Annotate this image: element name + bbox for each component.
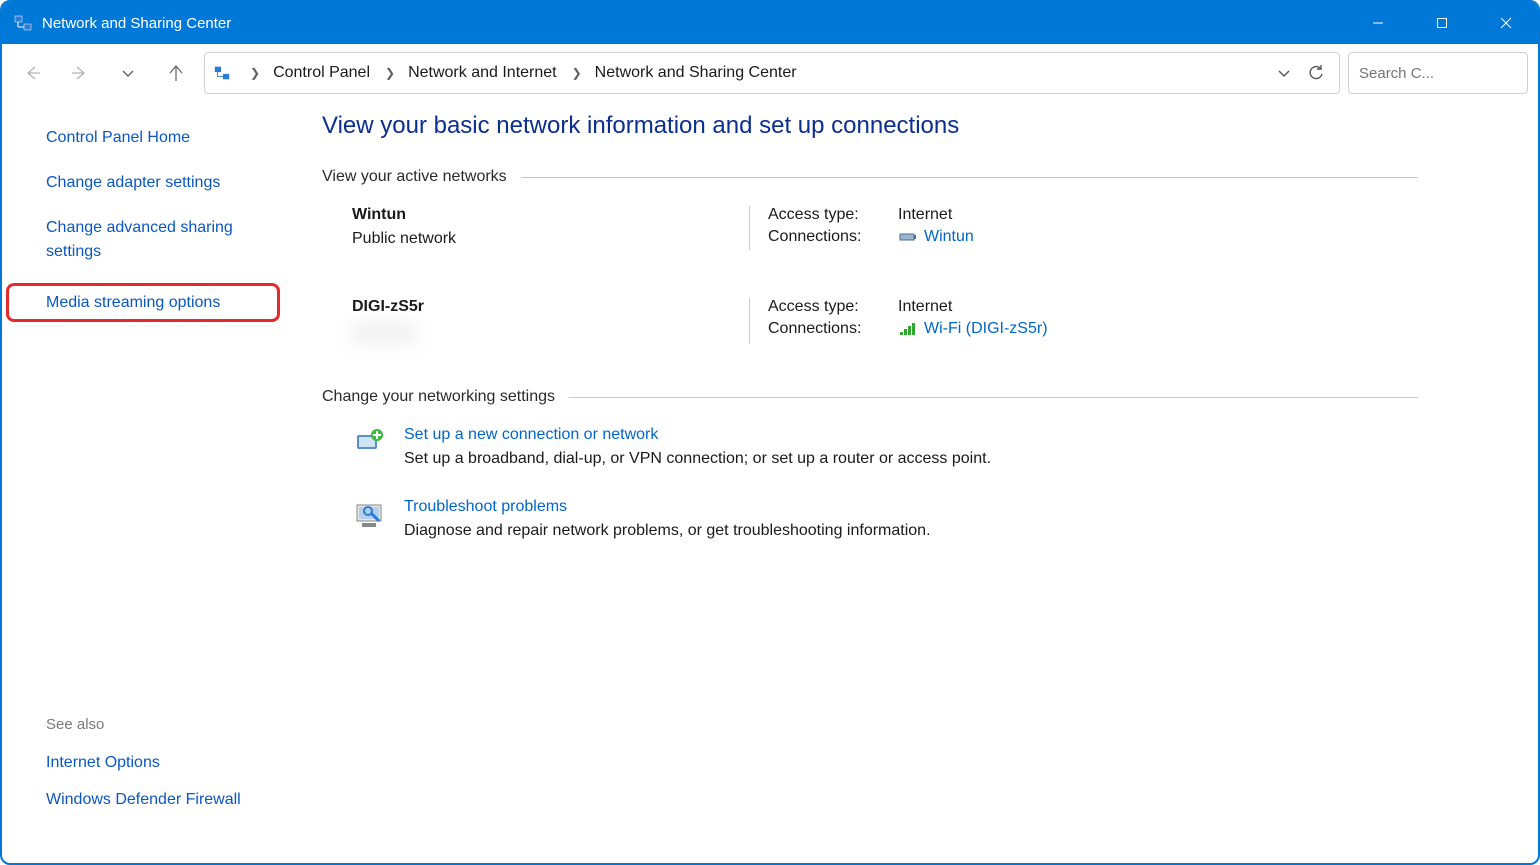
- body: Control Panel Home Change adapter settin…: [2, 102, 1538, 863]
- sidebar-link-adapter[interactable]: Change adapter settings: [46, 171, 272, 194]
- settings-description: Set up a broadband, dial-up, or VPN conn…: [404, 450, 991, 468]
- breadcrumb-item[interactable]: Control Panel: [267, 60, 376, 86]
- network-right: Access type: Internet Connections: Wi-Fi…: [768, 298, 1418, 344]
- connection-link[interactable]: Wintun: [924, 228, 974, 246]
- adapter-icon: [898, 230, 918, 244]
- network-row: DIGI-zS5r Access type: Internet Connecti…: [352, 298, 1418, 344]
- section-rule: [521, 177, 1418, 178]
- vertical-divider: [749, 298, 750, 344]
- section-label: Change your networking settings: [322, 388, 555, 406]
- refresh-button[interactable]: [1301, 64, 1331, 82]
- settings-link-troubleshoot[interactable]: Troubleshoot problems: [404, 498, 931, 516]
- access-type-label: Access type:: [768, 206, 898, 224]
- settings-description: Diagnose and repair network problems, or…: [404, 522, 931, 540]
- sidebar-link-media-streaming[interactable]: Media streaming options: [20, 285, 272, 320]
- network-profile-blurred: [352, 322, 749, 344]
- see-also-label: See also: [46, 716, 272, 733]
- sidebar: Control Panel Home Change adapter settin…: [2, 102, 292, 863]
- access-type-value: Internet: [898, 298, 952, 316]
- chevron-right-icon[interactable]: ❯: [243, 66, 265, 80]
- vertical-divider: [749, 206, 750, 250]
- new-connection-icon: [352, 426, 388, 462]
- minimize-button[interactable]: [1346, 2, 1410, 44]
- content: View your basic network information and …: [292, 102, 1538, 863]
- titlebar: Network and Sharing Center: [2, 2, 1538, 44]
- address-dropdown-button[interactable]: [1269, 66, 1299, 80]
- sidebar-link-advanced-sharing[interactable]: Change advanced sharing settings: [46, 216, 272, 262]
- network-profile: Public network: [352, 230, 749, 248]
- breadcrumb-item[interactable]: Network and Internet: [402, 60, 563, 86]
- address-icon: [213, 64, 231, 82]
- wifi-signal-icon: [898, 322, 918, 336]
- connection-link[interactable]: Wi-Fi (DIGI-zS5r): [924, 320, 1048, 338]
- connections-label: Connections:: [768, 320, 898, 338]
- back-button[interactable]: [12, 53, 52, 93]
- active-networks-section-header: View your active networks: [322, 168, 1418, 186]
- page-heading: View your basic network information and …: [322, 112, 1418, 140]
- section-rule: [569, 397, 1418, 398]
- up-button[interactable]: [156, 53, 196, 93]
- access-type-label: Access type:: [768, 298, 898, 316]
- access-type-value: Internet: [898, 206, 952, 224]
- network-left: Wintun Public network: [352, 206, 749, 250]
- address-bar[interactable]: ❯ Control Panel ❯ Network and Internet ❯…: [204, 52, 1340, 94]
- see-also-defender-firewall[interactable]: Windows Defender Firewall: [46, 788, 272, 811]
- sidebar-link-label: Media streaming options: [46, 294, 220, 311]
- section-label: View your active networks: [322, 168, 507, 186]
- breadcrumb-item[interactable]: Network and Sharing Center: [589, 60, 803, 86]
- network-name: DIGI-zS5r: [352, 298, 749, 316]
- search-input[interactable]: [1359, 65, 1540, 82]
- close-button[interactable]: [1474, 2, 1538, 44]
- forward-button[interactable]: [60, 53, 100, 93]
- network-name: Wintun: [352, 206, 749, 224]
- chevron-right-icon[interactable]: ❯: [565, 66, 587, 80]
- network-row: Wintun Public network Access type: Inter…: [352, 206, 1418, 250]
- troubleshoot-icon: [352, 498, 388, 534]
- see-also-internet-options[interactable]: Internet Options: [46, 751, 272, 774]
- settings-item: Set up a new connection or network Set u…: [352, 426, 1418, 468]
- connections-label: Connections:: [768, 228, 898, 246]
- sidebar-link-home[interactable]: Control Panel Home: [46, 126, 272, 149]
- recent-locations-button[interactable]: [108, 53, 148, 93]
- settings-item: Troubleshoot problems Diagnose and repai…: [352, 498, 1418, 540]
- search-box[interactable]: [1348, 52, 1528, 94]
- toolbar: ❯ Control Panel ❯ Network and Internet ❯…: [2, 44, 1538, 102]
- sidebar-footer: See also Internet Options Windows Defend…: [46, 716, 272, 811]
- network-right: Access type: Internet Connections: Wintu…: [768, 206, 1418, 250]
- chevron-right-icon[interactable]: ❯: [378, 66, 400, 80]
- settings-link-new-connection[interactable]: Set up a new connection or network: [404, 426, 991, 444]
- window-title: Network and Sharing Center: [42, 15, 231, 32]
- network-left: DIGI-zS5r: [352, 298, 749, 344]
- window-controls: [1346, 2, 1538, 44]
- maximize-button[interactable]: [1410, 2, 1474, 44]
- change-settings-section-header: Change your networking settings: [322, 388, 1418, 406]
- network-center-icon: [14, 14, 32, 32]
